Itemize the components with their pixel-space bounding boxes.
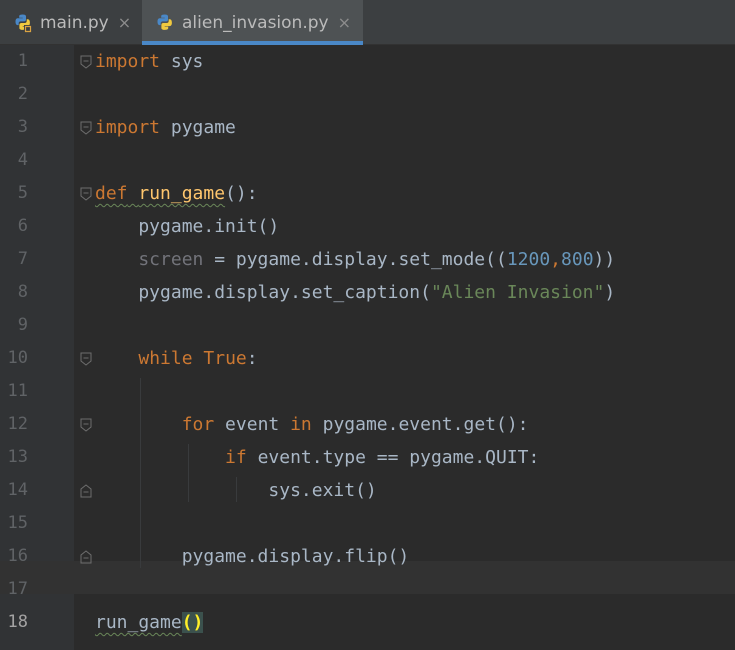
line-number: 6 bbox=[17, 216, 28, 236]
editor-tab-bar: main.py × alien_invasion.py × bbox=[0, 0, 735, 45]
code-token: run_game bbox=[138, 183, 226, 204]
tab-label: main.py bbox=[40, 12, 109, 33]
line-number: 17 bbox=[7, 579, 28, 599]
code-line[interactable]: sys.exit() bbox=[95, 474, 377, 507]
code-token: (): bbox=[225, 183, 258, 204]
code-token: ) bbox=[604, 282, 616, 303]
line-number: 13 bbox=[7, 447, 28, 467]
line-number: 5 bbox=[17, 183, 28, 203]
line-number: 16 bbox=[7, 546, 28, 566]
python-file-icon bbox=[157, 14, 172, 30]
line-number: 7 bbox=[17, 249, 28, 269]
code-token: "Alien Invasion" bbox=[430, 282, 605, 303]
code-token: event bbox=[214, 414, 291, 435]
close-icon[interactable]: × bbox=[338, 14, 351, 31]
python-file-icon bbox=[15, 14, 32, 33]
code-line[interactable]: import pygame bbox=[95, 111, 236, 144]
code-line[interactable]: screen = pygame.display.set_mode((1200,8… bbox=[95, 243, 615, 276]
code-token: True bbox=[203, 348, 247, 369]
line-number: 15 bbox=[7, 513, 28, 533]
code-token: pygame bbox=[160, 117, 236, 138]
code-line[interactable]: import sys bbox=[95, 45, 203, 78]
code-token: sys.exit() bbox=[95, 480, 377, 501]
fold-open-icon[interactable] bbox=[80, 418, 92, 432]
code-line[interactable]: pygame.display.set_caption("Alien Invasi… bbox=[95, 276, 615, 309]
code-token: , bbox=[550, 249, 562, 270]
line-number: 4 bbox=[17, 150, 28, 170]
fold-open-icon[interactable] bbox=[80, 55, 92, 69]
code-token: pygame.display.flip() bbox=[95, 546, 410, 567]
code-token: for bbox=[181, 414, 215, 435]
code-token: () bbox=[181, 612, 204, 633]
tab-label: alien_invasion.py bbox=[182, 12, 329, 33]
code-line[interactable]: if event.type == pygame.QUIT: bbox=[95, 441, 539, 474]
code-line[interactable]: def run_game(): bbox=[95, 177, 258, 210]
code-token: while bbox=[138, 348, 193, 369]
code-token: : bbox=[246, 348, 258, 369]
fold-open-icon[interactable] bbox=[80, 187, 92, 201]
code-token: in bbox=[290, 414, 312, 435]
fold-end-icon[interactable] bbox=[80, 550, 92, 564]
code-token: import bbox=[95, 117, 161, 138]
code-token: screen bbox=[95, 249, 204, 270]
line-number: 18 bbox=[7, 612, 28, 632]
code-token: pygame.init() bbox=[95, 216, 280, 237]
line-number: 12 bbox=[7, 414, 28, 434]
code-token: = pygame.display.set_mode(( bbox=[203, 249, 507, 270]
fold-open-icon[interactable] bbox=[80, 121, 92, 135]
line-number: 11 bbox=[7, 381, 28, 401]
code-line[interactable]: pygame.init() bbox=[95, 210, 279, 243]
code-line[interactable]: while True: bbox=[95, 342, 258, 375]
code-token: if bbox=[225, 447, 247, 468]
line-number: 10 bbox=[7, 348, 28, 368]
code-line[interactable]: for event in pygame.event.get(): bbox=[95, 408, 529, 441]
fold-end-icon[interactable] bbox=[80, 484, 92, 498]
line-number: 8 bbox=[17, 282, 28, 302]
code-token: 800 bbox=[561, 249, 594, 270]
code-token: run_game bbox=[95, 612, 182, 633]
close-icon[interactable]: × bbox=[118, 14, 131, 31]
line-number: 2 bbox=[17, 84, 28, 104]
fold-open-icon[interactable] bbox=[80, 352, 92, 366]
code-token: import bbox=[95, 51, 161, 72]
code-token: pygame.event.get(): bbox=[311, 414, 529, 435]
code-token: )) bbox=[593, 249, 616, 270]
line-number: 14 bbox=[7, 480, 28, 500]
code-token: def bbox=[95, 183, 128, 204]
code-line[interactable]: pygame.display.flip() bbox=[95, 540, 410, 573]
code-line[interactable]: run_game() bbox=[95, 606, 204, 639]
line-number: 3 bbox=[17, 117, 28, 137]
tab-main-py[interactable]: main.py × bbox=[0, 0, 142, 45]
line-number: 9 bbox=[17, 315, 28, 335]
code-editor-window: main.py × alien_invasion.py × 1 import sy… bbox=[0, 0, 735, 650]
code-token: 1200 bbox=[506, 249, 551, 270]
code-token: event.type == pygame.QUIT: bbox=[246, 447, 540, 468]
tab-alien-invasion-py[interactable]: alien_invasion.py × bbox=[142, 0, 363, 45]
line-number: 1 bbox=[17, 51, 28, 71]
code-token: sys bbox=[160, 51, 204, 72]
code-token: pygame.display.set_caption( bbox=[95, 282, 431, 303]
